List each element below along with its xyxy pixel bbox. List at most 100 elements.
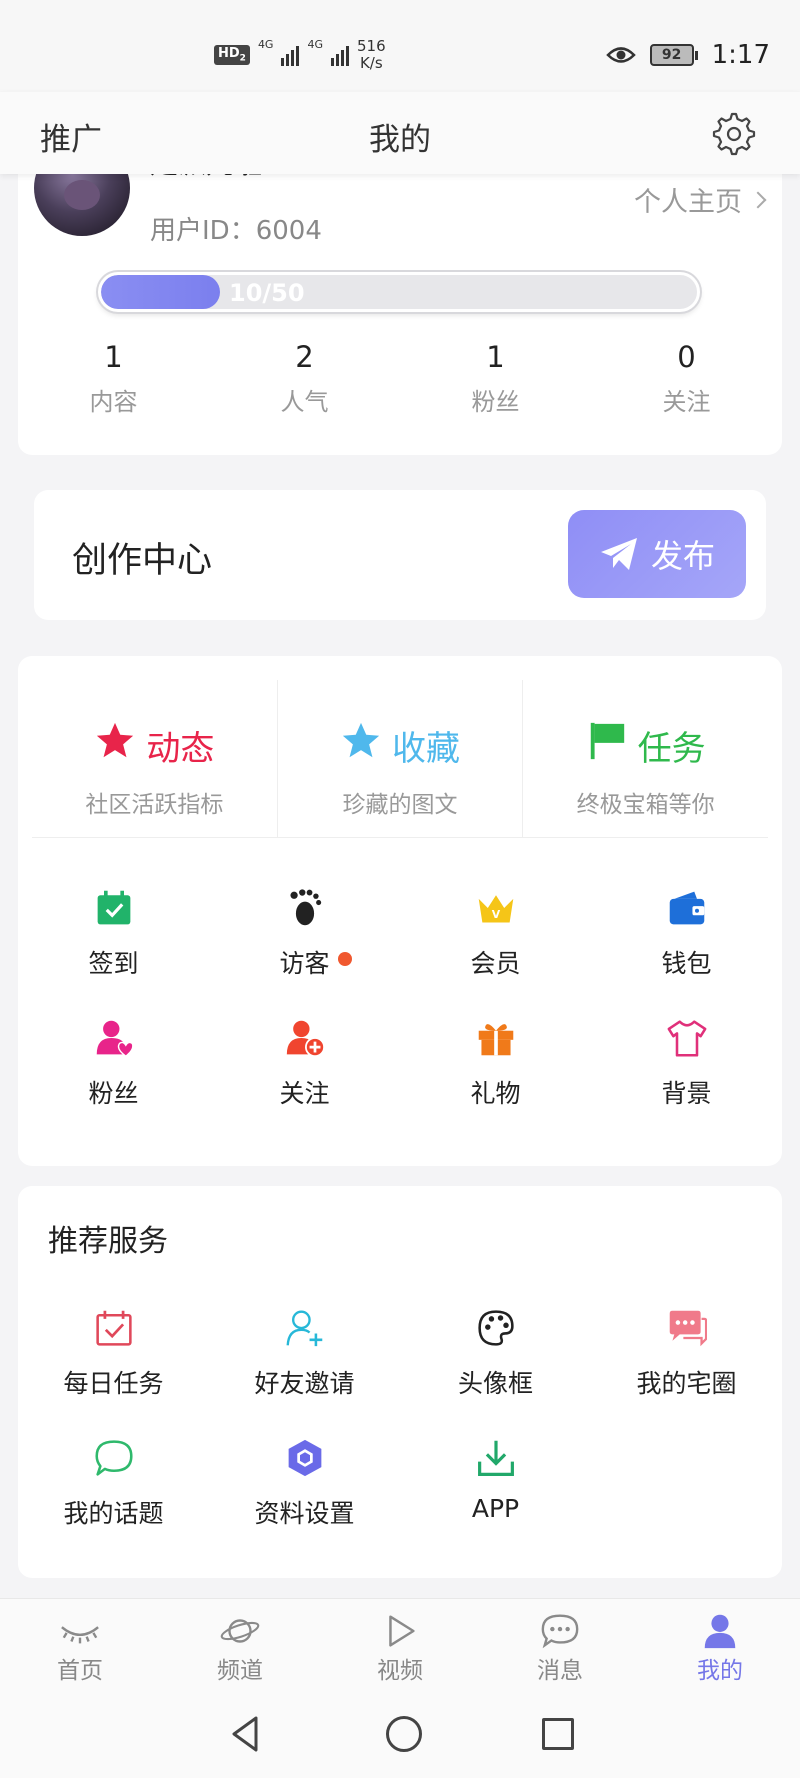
grid-item-label: 关注 [279,1079,330,1108]
tab-item[interactable]: 首页 [0,1599,160,1690]
tab-item[interactable]: 视频 [320,1599,480,1690]
bottom-tab-bar: 首页 频道 视频 消息 我的 [0,1598,800,1690]
grid-item-label: 背景 [661,1079,712,1108]
grid-item[interactable]: 每日任务 [18,1306,209,1400]
system-nav-bar [0,1690,800,1778]
gift-icon [474,1016,518,1060]
services-title: 推荐服务 [48,1224,168,1259]
stat-item[interactable]: 1 内容 [18,340,209,417]
stat-item[interactable]: 2 人气 [209,340,400,417]
wallet-icon [665,886,709,930]
grid-item[interactable]: 礼物 [400,1016,591,1110]
home-circle-icon[interactable] [386,1716,422,1752]
network-type-2: 4G [307,38,323,51]
feature-item[interactable]: 任务终极宝箱等你 [523,680,768,837]
grid-item-label: APP [471,1494,520,1523]
feature-head: 收藏 [278,720,523,771]
grid-item-label: 我的话题 [63,1499,164,1528]
notification-dot [337,952,352,966]
grid-item[interactable]: 我的话题 [18,1436,209,1530]
publish-label: 发布 [650,538,715,574]
grid-item-label: 礼物 [470,1079,521,1108]
feature-subtitle: 终极宝箱等你 [576,792,715,818]
grid-item[interactable]: 好友邀请 [209,1306,400,1400]
chat-bubbles-icon [665,1306,709,1350]
feature-subtitle: 珍藏的图文 [342,792,458,818]
recent-apps-icon[interactable] [542,1718,574,1750]
stat-item[interactable]: 1 粉丝 [400,340,591,417]
network-speed: 516 K/s [357,37,386,72]
quick-access-grid: 签到 访客 V 会员 钱包粉丝 关注 礼物 背景 [18,886,782,1110]
stat-number: 0 [677,340,696,374]
grid-item[interactable]: 粉丝 [18,1016,209,1110]
feature-item[interactable]: 收藏珍藏的图文 [278,680,524,837]
signal-icon [281,44,300,66]
star-icon [340,720,382,771]
tab-item[interactable]: 我的 [640,1599,800,1690]
profile-card: 走派几啦 用户ID：6004 个人主页 10/50 1内容2人气1粉丝0关注 [18,140,782,455]
planet-icon [219,1613,261,1649]
publish-button[interactable]: 发布 [568,510,746,598]
signal-icon [331,44,349,66]
grid-item[interactable]: 我的宅圈 [591,1306,782,1400]
feature-item[interactable]: 动态 社区活跃指标 [32,680,278,837]
download-icon [474,1436,518,1480]
level-progress-fill [101,275,221,309]
invite-friend-icon [283,1306,327,1350]
eye-closed-icon [59,1613,101,1649]
feature-row: 动态 社区活跃指标 收藏 珍藏的图文 任务 终极宝箱等你 [32,680,768,838]
gear-icon[interactable] [712,112,756,156]
homepage-link[interactable]: 个人主页 [634,180,767,219]
chevron-right-icon [749,191,767,208]
battery-icon: 92 [649,44,698,66]
tab-label: 视频 [377,1658,423,1684]
hexagon-settings-icon [283,1436,327,1480]
grid-item[interactable]: 访客 [209,886,400,980]
level-progress-text: 10/50 [229,279,305,307]
grid-item-label: 会员 [470,949,521,978]
feature-title: 收藏 [392,729,460,769]
palette-icon [474,1306,518,1350]
flag-icon [586,720,628,771]
footprint-icon [283,886,327,930]
grid-item-label: 签到 [88,949,139,978]
daily-task-icon [92,1306,136,1350]
back-icon[interactable] [226,1714,266,1754]
grid-item-label: 好友邀请 [254,1369,355,1398]
grid-item[interactable]: 资料设置 [209,1436,400,1530]
tab-item[interactable]: 消息 [480,1599,640,1690]
tshirt-icon [665,1016,709,1060]
top-bar: 我的 推广 [0,92,800,174]
grid-item[interactable]: 头像框 [400,1306,591,1400]
feature-title: 任务 [637,729,706,769]
tab-item[interactable]: 频道 [160,1599,320,1690]
promote-link[interactable]: 推广 [40,114,102,159]
stats-row: 1 内容 2 人气 1 粉丝 0 关注 [18,340,782,417]
grid-item[interactable]: 签到 [18,886,209,980]
grid-item[interactable]: 关注 [209,1016,400,1110]
add-user-icon [283,1016,327,1060]
grid-item-label: 钱包 [661,949,712,978]
grid-item[interactable]: APP [400,1436,591,1530]
grid-item-label: 访客 [279,944,352,980]
stat-item[interactable]: 0 关注 [591,340,782,417]
status-bar: HD2 4G 4G 516 K/s 92 1:17 [0,0,800,92]
grid-item-label: 头像框 [457,1369,533,1398]
grid-item[interactable]: 钱包 [591,886,782,980]
fan-user-icon [92,1016,136,1060]
tab-label: 我的 [697,1658,743,1684]
play-icon [379,1613,421,1649]
page-title: 我的 [369,122,431,158]
message-icon [539,1613,581,1649]
stat-number: 2 [295,340,314,374]
tab-label: 首页 [57,1658,103,1684]
grid-item[interactable]: V 会员 [400,886,591,980]
stat-label: 粉丝 [471,388,520,416]
grid-item[interactable]: 背景 [591,1016,782,1110]
feature-head: 任务 [523,720,768,771]
calendar-check-icon [92,886,136,930]
star-icon [94,720,136,771]
tab-label: 消息 [537,1658,583,1684]
network-status: HD2 4G 4G 516 K/s [214,38,386,72]
feature-head: 动态 [32,720,277,771]
